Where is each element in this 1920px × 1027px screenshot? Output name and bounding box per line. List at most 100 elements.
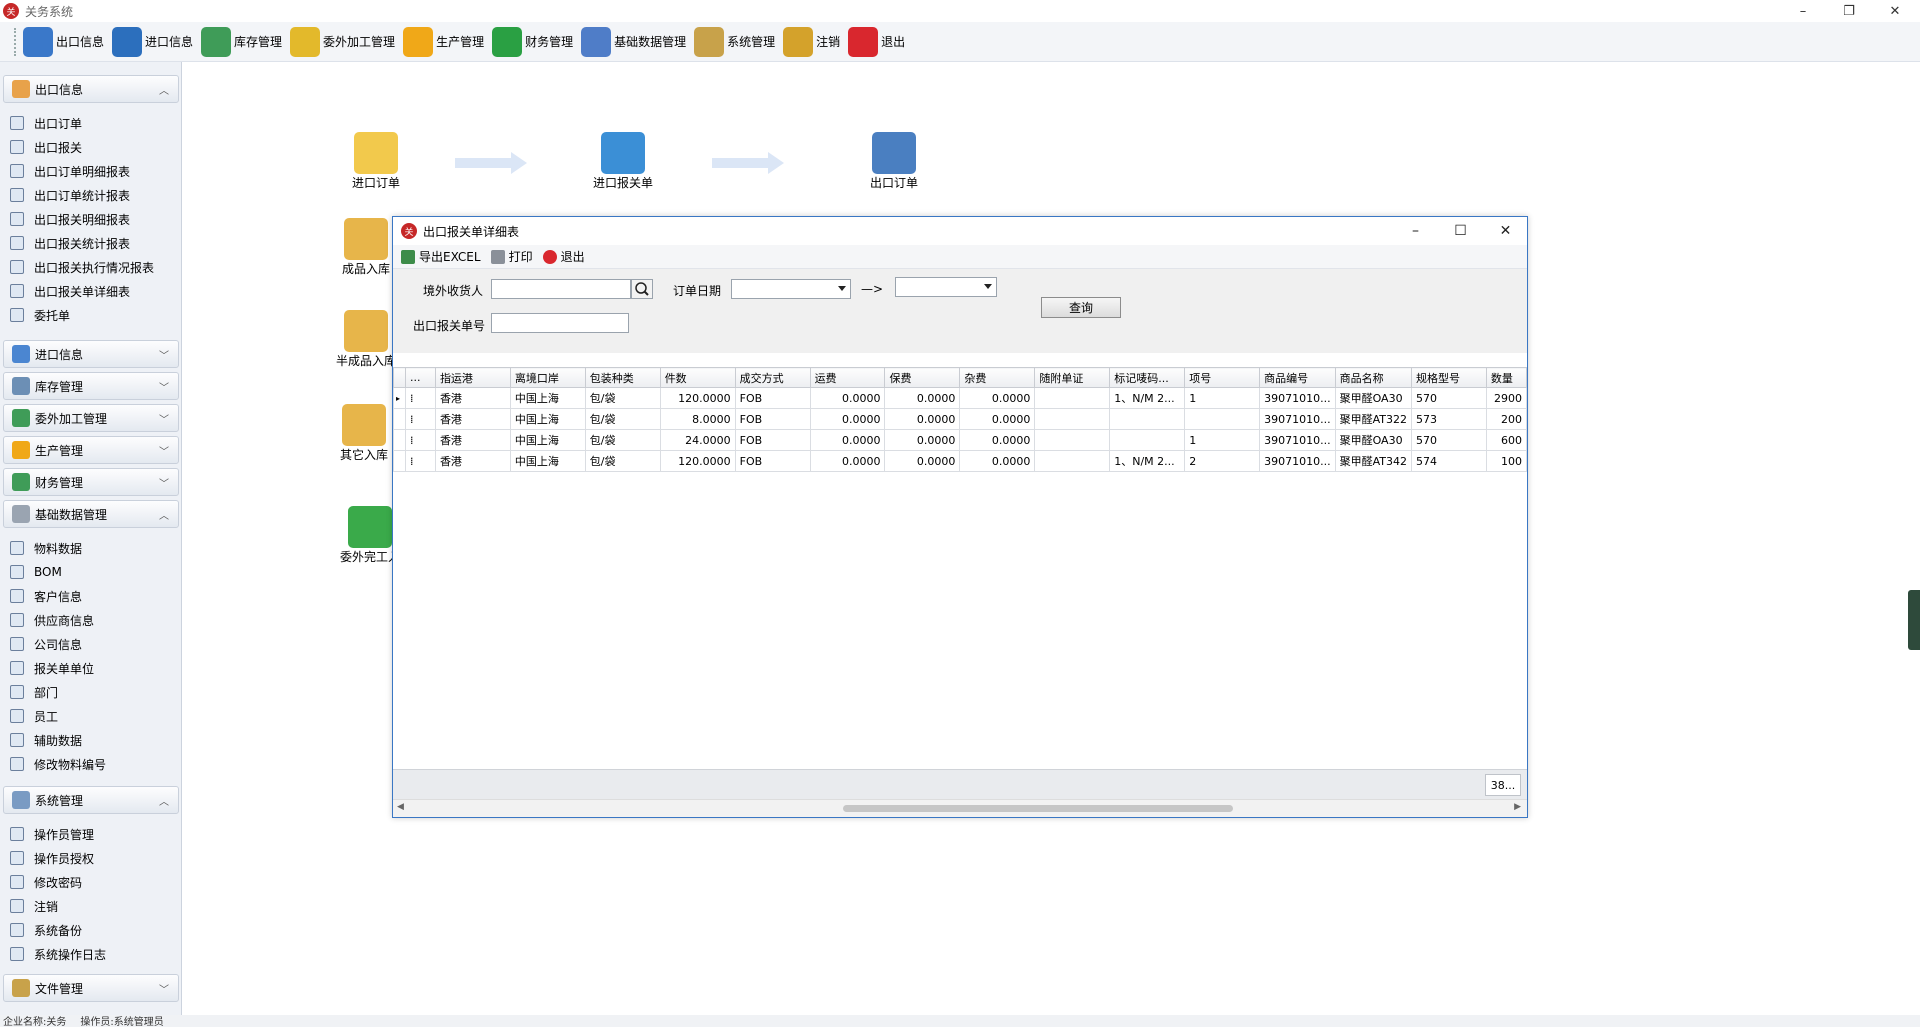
menu-pencil-item[interactable]: 出口信息 xyxy=(21,25,110,59)
menu-close-item[interactable]: 退出 xyxy=(846,25,911,59)
table-cell[interactable]: 39071010... xyxy=(1259,450,1336,472)
table-cell[interactable]: 中国上海 xyxy=(509,408,586,430)
table-cell[interactable]: ⁞ xyxy=(404,387,436,409)
flow-node-left-2[interactable]: 其它入库 xyxy=(340,404,388,463)
sidebar-group-import[interactable]: 进口信息 ﹀ xyxy=(3,340,179,368)
table-cell[interactable]: 0.0000 xyxy=(884,429,961,451)
dialog-maximize-button[interactable]: ☐ xyxy=(1438,217,1483,245)
table-cell[interactable] xyxy=(1034,429,1111,451)
sidebar-system-item[interactable]: 系统备份 xyxy=(10,919,82,941)
column-header[interactable]: 数量 xyxy=(1485,367,1527,388)
table-cell[interactable]: 0.0000 xyxy=(884,450,961,472)
sidebar-group-finance[interactable]: 财务管理 ﹀ xyxy=(3,468,179,496)
restore-button[interactable]: ❐ xyxy=(1826,0,1872,22)
side-handle[interactable] xyxy=(1908,590,1920,650)
menu-folder-item[interactable]: 委外加工管理 xyxy=(288,25,401,59)
table-cell[interactable]: 0.0000 xyxy=(959,387,1036,409)
column-header[interactable]: 标记唛码... xyxy=(1109,367,1186,388)
table-cell[interactable]: 2900 xyxy=(1485,387,1527,409)
table-cell[interactable]: 2 xyxy=(1184,450,1261,472)
table-cell[interactable] xyxy=(1184,408,1261,430)
table-cell[interactable]: 中国上海 xyxy=(509,450,586,472)
table-cell[interactable]: 1、N/M 2... xyxy=(1109,387,1186,409)
table-cell[interactable]: 0.0000 xyxy=(959,429,1036,451)
table-cell[interactable]: FOB xyxy=(734,450,811,472)
sidebar-basic-item[interactable]: 部门 xyxy=(10,681,58,703)
sidebar-group-file[interactable]: 文件管理 ﹀ xyxy=(3,974,179,1002)
table-cell[interactable]: 聚甲醛AT342 xyxy=(1334,450,1412,472)
column-header[interactable]: 杂费 xyxy=(959,367,1036,388)
scrollbar-thumb[interactable] xyxy=(843,805,1233,812)
sidebar-basic-item[interactable]: 员工 xyxy=(10,705,58,727)
flow-node-top-2[interactable]: 出口订单 xyxy=(870,132,918,191)
minimize-button[interactable]: – xyxy=(1780,0,1826,22)
column-header[interactable]: 商品编号 xyxy=(1259,367,1336,388)
table-cell[interactable]: 1 xyxy=(1184,387,1261,409)
table-cell[interactable]: 1 xyxy=(1184,429,1261,451)
table-cell[interactable]: 574 xyxy=(1410,450,1487,472)
table-cell[interactable]: 包/袋 xyxy=(584,429,661,451)
sidebar-export-item[interactable]: 出口报关明细报表 xyxy=(10,208,130,230)
table-cell[interactable]: 聚甲醛OA30 xyxy=(1334,429,1412,451)
menu-dollar-item[interactable]: 财务管理 xyxy=(490,25,579,59)
table-cell[interactable]: 聚甲醛AT322 xyxy=(1334,408,1412,430)
table-cell[interactable]: 包/袋 xyxy=(584,408,661,430)
sidebar-export-item[interactable]: 出口报关 xyxy=(10,136,82,158)
table-cell[interactable]: 香港 xyxy=(434,429,511,451)
table-cell[interactable]: 香港 xyxy=(434,387,511,409)
table-cell[interactable]: 0.0000 xyxy=(959,450,1036,472)
menu-warehouse-item[interactable]: 库存管理 xyxy=(199,25,288,59)
menu-basket-item[interactable]: 进口信息 xyxy=(110,25,199,59)
row-indicator[interactable] xyxy=(393,450,406,472)
table-cell[interactable] xyxy=(1034,450,1111,472)
table-row[interactable]: ▸ ⁞ 香港 中国上海 包/袋 120.0000 FOB 0.0000 0.0000 0.0000… xyxy=(393,387,1527,409)
table-cell[interactable]: 8.0000 xyxy=(659,408,736,430)
print-button[interactable]: 打印 xyxy=(490,248,533,265)
column-header[interactable]: 保费 xyxy=(884,367,961,388)
sidebar-system-item[interactable]: 修改密码 xyxy=(10,871,82,893)
order-date-to-select[interactable] xyxy=(895,277,997,297)
table-cell[interactable]: FOB xyxy=(734,408,811,430)
table-cell[interactable]: 120.0000 xyxy=(659,450,736,472)
sidebar-group-export[interactable]: 出口信息 ︿ xyxy=(3,75,179,103)
table-cell[interactable]: 24.0000 xyxy=(659,429,736,451)
table-cell[interactable]: 1、N/M 2... xyxy=(1109,450,1186,472)
sidebar-basic-item[interactable]: BOM xyxy=(10,561,62,583)
sidebar-system-item[interactable]: 系统操作日志 xyxy=(10,943,106,965)
sidebar-system-item[interactable]: 操作员管理 xyxy=(10,823,94,845)
horizontal-scrollbar[interactable]: ◀ ▶ xyxy=(393,799,1527,817)
table-cell[interactable]: 中国上海 xyxy=(509,429,586,451)
table-cell[interactable]: 570 xyxy=(1410,387,1487,409)
sidebar-basic-item[interactable]: 供应商信息 xyxy=(10,609,94,631)
table-cell[interactable]: 570 xyxy=(1410,429,1487,451)
sidebar-group-outsourcing[interactable]: 委外加工管理 ﹀ xyxy=(3,404,179,432)
table-cell[interactable]: 中国上海 xyxy=(509,387,586,409)
sidebar-group-basic-data[interactable]: 基础数据管理 ︿ xyxy=(3,500,179,528)
table-cell[interactable]: 100 xyxy=(1485,450,1527,472)
column-header[interactable]: 包装种类 xyxy=(584,367,661,388)
table-cell[interactable]: ⁞ xyxy=(404,408,436,430)
table-cell[interactable]: 聚甲醛OA30 xyxy=(1334,387,1412,409)
sidebar-system-item[interactable]: 操作员授权 xyxy=(10,847,94,869)
consignee-input[interactable] xyxy=(491,279,631,299)
sidebar-basic-item[interactable]: 报关单单位 xyxy=(10,657,94,679)
row-indicator[interactable]: ▸ xyxy=(393,387,406,409)
table-cell[interactable]: 0.0000 xyxy=(884,408,961,430)
table-cell[interactable]: FOB xyxy=(734,429,811,451)
sidebar-export-item[interactable]: 委托单 xyxy=(10,304,70,326)
table-cell[interactable]: 120.0000 xyxy=(659,387,736,409)
sidebar-export-item[interactable]: 出口报关执行情况报表 xyxy=(10,256,154,278)
table-cell[interactable]: 包/袋 xyxy=(584,450,661,472)
table-row[interactable]: ⁞ 香港 中国上海 包/袋 8.0000 FOB 0.0000 0.0000 0.0000 390… xyxy=(393,408,1527,430)
table-cell[interactable] xyxy=(1109,408,1186,430)
menu-key-item[interactable]: 注销 xyxy=(781,25,846,59)
sidebar-export-item[interactable]: 出口订单明细报表 xyxy=(10,160,130,182)
flow-node-top-1[interactable]: 进口报关单 xyxy=(593,132,653,191)
sidebar-group-system[interactable]: 系统管理 ︿ xyxy=(3,786,179,814)
sidebar-basic-item[interactable]: 公司信息 xyxy=(10,633,82,655)
column-header[interactable]: 随附单证 xyxy=(1034,367,1111,388)
flow-node-left-1[interactable]: 半成品入库 xyxy=(336,310,396,369)
table-cell[interactable]: FOB xyxy=(734,387,811,409)
table-cell[interactable]: 200 xyxy=(1485,408,1527,430)
sidebar-export-item[interactable]: 出口报关单详细表 xyxy=(10,280,130,302)
